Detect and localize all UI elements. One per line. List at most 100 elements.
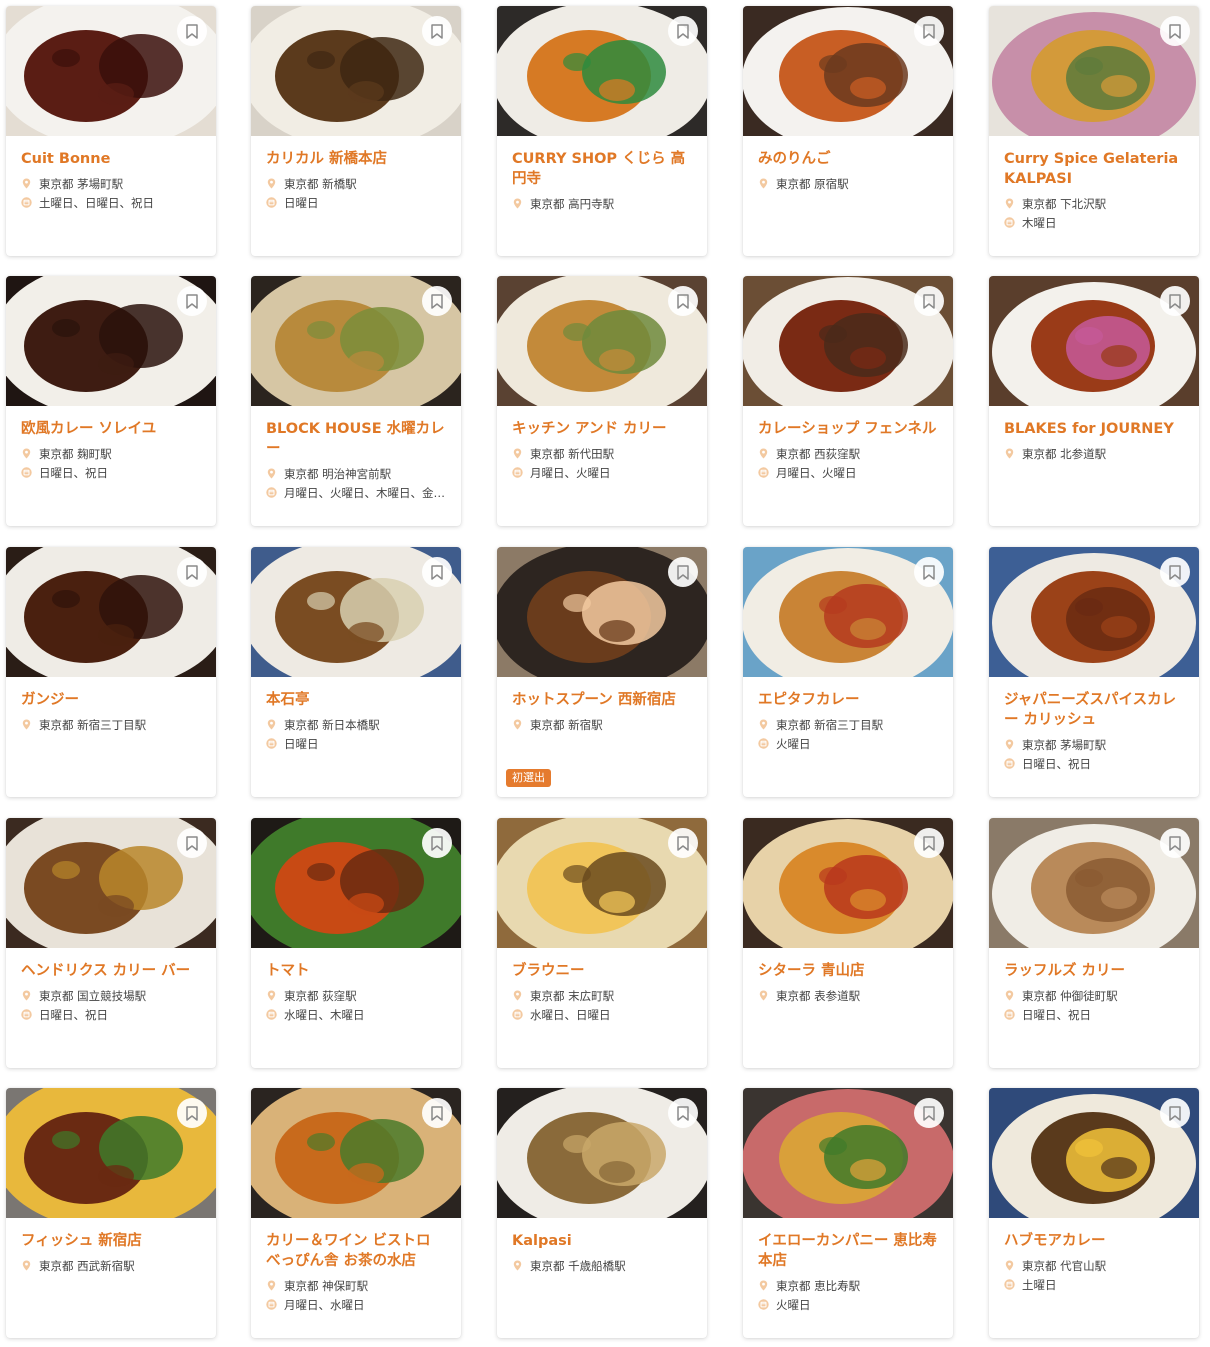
bookmark-button[interactable] bbox=[914, 1098, 944, 1128]
bookmark-button[interactable] bbox=[177, 16, 207, 46]
restaurant-name[interactable]: シターラ 青山店 bbox=[758, 961, 940, 981]
bookmark-button[interactable] bbox=[914, 286, 944, 316]
station-row: 東京都 茅場町駅 bbox=[1004, 735, 1186, 754]
bookmark-button[interactable] bbox=[422, 1098, 452, 1128]
restaurant-card[interactable]: Curry Spice Gelateria KALPASI 東京都 下北沢駅木曜日 bbox=[989, 6, 1199, 256]
bookmark-button[interactable] bbox=[668, 286, 698, 316]
bookmark-button[interactable] bbox=[1160, 557, 1190, 587]
station-row: 東京都 恵比寿駅 bbox=[758, 1276, 940, 1295]
card-body: トマト 東京都 荻窪駅 水曜日、木曜日 bbox=[266, 961, 448, 1024]
bookmark-button[interactable] bbox=[422, 828, 452, 858]
restaurant-card[interactable]: ガンジー 東京都 新宿三丁目駅 bbox=[6, 547, 216, 797]
restaurant-card[interactable]: フィッシュ 新宿店 東京都 西武新宿駅 bbox=[6, 1088, 216, 1338]
restaurant-name[interactable]: Cuit Bonne bbox=[21, 149, 203, 169]
restaurant-card[interactable]: 本石亭 東京都 新日本橋駅 日曜日 bbox=[251, 547, 461, 797]
station-text: 東京都 表参道駅 bbox=[776, 988, 861, 1003]
restaurant-card[interactable]: イエローカンパニー 恵比寿本店 東京都 恵比寿駅 火曜日 bbox=[743, 1088, 953, 1338]
restaurant-card[interactable]: エピタフカレー 東京都 新宿三丁目駅 火曜日 bbox=[743, 547, 953, 797]
restaurant-name[interactable]: BLOCK HOUSE 水曜カレー bbox=[266, 419, 448, 459]
restaurant-card[interactable]: Cuit Bonne 東京都 茅場町駅 土曜日、日曜日、祝日 bbox=[6, 6, 216, 256]
restaurant-name[interactable]: トマト bbox=[266, 961, 448, 981]
map-pin-icon bbox=[22, 178, 31, 189]
restaurant-card[interactable]: BLOCK HOUSE 水曜カレー 東京都 明治神宮前駅 月曜日、火曜日、木曜日、金… bbox=[251, 276, 461, 526]
closed-days-row: 木曜日 bbox=[1004, 213, 1186, 232]
restaurant-name[interactable]: ハブモアカレー bbox=[1004, 1231, 1186, 1251]
restaurant-name[interactable]: 本石亭 bbox=[266, 690, 448, 710]
card-body: イエローカンパニー 恵比寿本店 東京都 恵比寿駅 火曜日 bbox=[758, 1231, 940, 1314]
bookmark-button[interactable] bbox=[668, 1098, 698, 1128]
restaurant-card[interactable]: みのりんご 東京都 原宿駅 bbox=[743, 6, 953, 256]
restaurant-card[interactable]: CURRY SHOP くじら 高円寺東京都 高円寺駅 bbox=[497, 6, 707, 256]
card-body: BLOCK HOUSE 水曜カレー 東京都 明治神宮前駅 月曜日、火曜日、木曜日、金… bbox=[266, 419, 448, 502]
bookmark-button[interactable] bbox=[668, 828, 698, 858]
bookmark-button[interactable] bbox=[914, 828, 944, 858]
restaurant-card[interactable]: カリカル 新橋本店 東京都 新橋駅 日曜日 bbox=[251, 6, 461, 256]
bookmark-button[interactable] bbox=[177, 1098, 207, 1128]
bookmark-button[interactable] bbox=[422, 557, 452, 587]
bookmark-button[interactable] bbox=[177, 828, 207, 858]
restaurant-card[interactable]: ブラウニー 東京都 末広町駅 水曜日、日曜日 bbox=[497, 818, 707, 1068]
restaurant-name[interactable]: イエローカンパニー 恵比寿本店 bbox=[758, 1231, 940, 1271]
restaurant-name[interactable]: Curry Spice Gelateria KALPASI bbox=[1004, 149, 1186, 189]
restaurant-card[interactable]: キッチン アンド カリー 東京都 新代田駅 月曜日、火曜日 bbox=[497, 276, 707, 526]
bookmark-button[interactable] bbox=[1160, 1098, 1190, 1128]
restaurant-card[interactable]: カレーショップ フェンネル 東京都 西荻窪駅 月曜日、火曜日 bbox=[743, 276, 953, 526]
bookmark-button[interactable] bbox=[914, 16, 944, 46]
station-text: 東京都 代官山駅 bbox=[1022, 1258, 1107, 1273]
closed-day-icon bbox=[758, 1299, 769, 1310]
bookmark-button[interactable] bbox=[914, 557, 944, 587]
restaurant-card[interactable]: Kalpasi 東京都 千歳船橋駅 bbox=[497, 1088, 707, 1338]
card-body: ガンジー 東京都 新宿三丁目駅 bbox=[21, 690, 203, 734]
closed-days-text: 水曜日、木曜日 bbox=[284, 1007, 365, 1022]
bookmark-button[interactable] bbox=[177, 557, 207, 587]
bookmark-button[interactable] bbox=[422, 16, 452, 46]
restaurant-name[interactable]: ジャパニーズスパイスカレー カリッシュ bbox=[1004, 690, 1186, 730]
restaurant-card[interactable]: 初選出 ホットスプーン 西新宿店 東京都 新宿駅 bbox=[497, 547, 707, 797]
bookmark-button[interactable] bbox=[177, 286, 207, 316]
station-text: 東京都 高円寺駅 bbox=[530, 196, 615, 211]
closed-days-row: 水曜日、日曜日 bbox=[512, 1005, 694, 1024]
bookmark-button[interactable] bbox=[422, 286, 452, 316]
bookmark-icon bbox=[186, 564, 198, 580]
restaurant-name[interactable]: フィッシュ 新宿店 bbox=[21, 1231, 203, 1251]
restaurant-name[interactable]: みのりんご bbox=[758, 149, 940, 169]
restaurant-name[interactable]: エピタフカレー bbox=[758, 690, 940, 710]
closed-day-icon bbox=[21, 467, 32, 478]
restaurant-card[interactable]: ヘンドリクス カリー バー 東京都 国立競技場駅 日曜日、祝日 bbox=[6, 818, 216, 1068]
bookmark-icon bbox=[677, 564, 689, 580]
station-row: 東京都 代官山駅 bbox=[1004, 1256, 1186, 1275]
bookmark-icon bbox=[431, 1105, 443, 1121]
closed-days-row: 月曜日、火曜日 bbox=[512, 463, 694, 482]
bookmark-icon bbox=[1169, 23, 1181, 39]
restaurant-card[interactable]: ジャパニーズスパイスカレー カリッシュ 東京都 茅場町駅 日曜日、祝日 bbox=[989, 547, 1199, 797]
restaurant-name[interactable]: カリー＆ワイン ビストロ べっぴん舎 お茶の水店 bbox=[266, 1231, 448, 1271]
restaurant-card[interactable]: ハブモアカレー 東京都 代官山駅 土曜日 bbox=[989, 1088, 1199, 1338]
restaurant-name[interactable]: ガンジー bbox=[21, 690, 203, 710]
station-row: 東京都 国立競技場駅 bbox=[21, 986, 203, 1005]
bookmark-button[interactable] bbox=[1160, 828, 1190, 858]
restaurant-name[interactable]: ラッフルズ カリー bbox=[1004, 961, 1186, 981]
restaurant-name[interactable]: キッチン アンド カリー bbox=[512, 419, 694, 439]
closed-day-icon bbox=[266, 487, 277, 498]
restaurant-name[interactable]: 欧風カレー ソレイユ bbox=[21, 419, 203, 439]
station-text: 東京都 新宿駅 bbox=[530, 717, 603, 732]
restaurant-name[interactable]: Kalpasi bbox=[512, 1231, 694, 1251]
bookmark-button[interactable] bbox=[1160, 16, 1190, 46]
restaurant-name[interactable]: カリカル 新橋本店 bbox=[266, 149, 448, 169]
restaurant-name[interactable]: ブラウニー bbox=[512, 961, 694, 981]
restaurant-name[interactable]: カレーショップ フェンネル bbox=[758, 419, 940, 439]
restaurant-name[interactable]: ホットスプーン 西新宿店 bbox=[512, 690, 694, 710]
restaurant-card[interactable]: 欧風カレー ソレイユ 東京都 麹町駅 日曜日、祝日 bbox=[6, 276, 216, 526]
restaurant-card[interactable]: シターラ 青山店東京都 表参道駅 bbox=[743, 818, 953, 1068]
restaurant-card[interactable]: カリー＆ワイン ビストロ べっぴん舎 お茶の水店 東京都 神保町駅 月曜日、水曜日 bbox=[251, 1088, 461, 1338]
bookmark-button[interactable] bbox=[668, 557, 698, 587]
restaurant-name[interactable]: BLAKES for JOURNEY bbox=[1004, 419, 1186, 439]
restaurant-name[interactable]: CURRY SHOP くじら 高円寺 bbox=[512, 149, 694, 189]
restaurant-card[interactable]: BLAKES for JOURNEY 東京都 北参道駅 bbox=[989, 276, 1199, 526]
bookmark-button[interactable] bbox=[1160, 286, 1190, 316]
restaurant-card[interactable]: トマト 東京都 荻窪駅 水曜日、木曜日 bbox=[251, 818, 461, 1068]
bookmark-button[interactable] bbox=[668, 16, 698, 46]
station-text: 東京都 下北沢駅 bbox=[1022, 196, 1107, 211]
restaurant-name[interactable]: ヘンドリクス カリー バー bbox=[21, 961, 203, 981]
restaurant-card[interactable]: ラッフルズ カリー 東京都 仲御徒町駅 日曜日、祝日 bbox=[989, 818, 1199, 1068]
